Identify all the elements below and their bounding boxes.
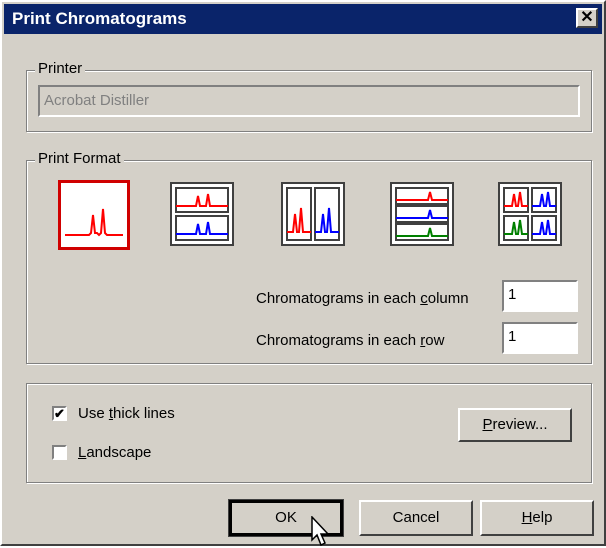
- row-count-label: Chromatograms in each row: [256, 332, 445, 349]
- two-columns-icon: [286, 187, 340, 241]
- help-button[interactable]: Help: [480, 500, 594, 536]
- title-bar[interactable]: Print Chromatograms ✕: [4, 4, 602, 34]
- grid-icon: [503, 187, 557, 241]
- print-format-group-label: Print Format: [35, 150, 124, 167]
- two-rows-icon: [175, 187, 229, 241]
- cancel-button[interactable]: Cancel: [359, 500, 473, 536]
- single-chromatogram-icon: [65, 208, 123, 237]
- close-icon: ✕: [580, 9, 594, 26]
- close-button[interactable]: ✕: [576, 8, 598, 28]
- layout-two-columns-option[interactable]: [281, 182, 345, 246]
- column-count-input[interactable]: 1: [502, 280, 578, 312]
- printer-group-label: Printer: [35, 60, 86, 77]
- thick-lines-checkbox[interactable]: ✔: [52, 406, 67, 421]
- landscape-checkbox[interactable]: [52, 445, 67, 460]
- thick-lines-label[interactable]: Use thick lines: [78, 405, 175, 422]
- mouse-cursor-icon: [311, 516, 330, 547]
- layout-single-option[interactable]: [58, 180, 130, 250]
- column-count-label: Chromatograms in each column: [256, 290, 469, 307]
- layout-two-rows-option[interactable]: [170, 182, 234, 246]
- layout-grid-option[interactable]: [498, 182, 562, 246]
- row-count-input[interactable]: 1: [502, 322, 578, 354]
- print-dialog: Print Chromatograms ✕ Printer Acrobat Di…: [0, 0, 606, 547]
- window-title: Print Chromatograms: [12, 9, 187, 28]
- layout-three-rows-option[interactable]: [390, 182, 454, 246]
- three-rows-icon: [395, 187, 449, 241]
- landscape-label[interactable]: Landscape: [78, 444, 151, 461]
- preview-button[interactable]: Preview...: [458, 408, 572, 442]
- printer-name-field: Acrobat Distiller: [38, 85, 580, 117]
